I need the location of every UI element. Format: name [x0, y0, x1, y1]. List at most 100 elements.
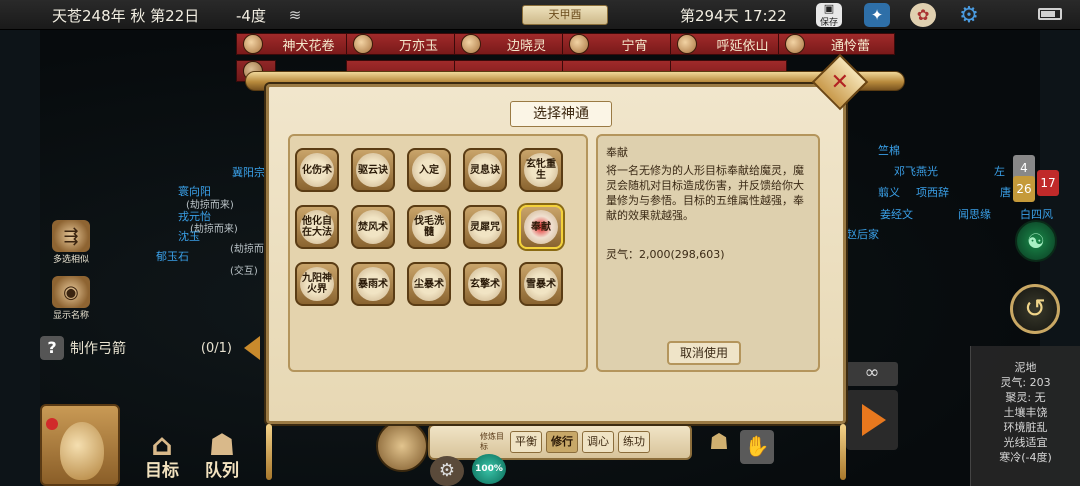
stop-hand-icon[interactable]: ✋ [740, 430, 774, 464]
skill-detail-name: 奉献 [606, 146, 628, 159]
day-time: 第294天 17:22 [680, 7, 787, 25]
character-tag[interactable]: 万亦玉 [346, 33, 463, 55]
collapse-arrow-icon[interactable] [244, 336, 260, 360]
skill-button[interactable]: 化伤术 [295, 148, 339, 192]
show-names-label: 显示名称 [52, 311, 89, 321]
map-label[interactable]: 左 [994, 163, 1005, 179]
skill-button[interactable]: 焚风术 [351, 205, 395, 249]
mode-train-button[interactable]: 练功 [618, 431, 650, 453]
skill-label: 驱云诀 [358, 164, 388, 176]
skill-button[interactable]: 伐毛洗髓 [407, 205, 451, 249]
portrait-icon [243, 34, 263, 54]
mode-mind-button[interactable]: 调心 [582, 431, 614, 453]
skill-button[interactable]: 尘暴术 [407, 262, 451, 306]
gear-icon[interactable]: ⚙ [430, 456, 464, 486]
skill-label: 暴雨术 [358, 278, 388, 290]
mode-practice-button[interactable]: 修行 [546, 431, 578, 453]
play-button[interactable] [846, 390, 898, 450]
soil-text: 土壤丰饶 [1003, 406, 1048, 419]
alert-badge[interactable]: 17 [1037, 170, 1059, 196]
skill-label: 焚风术 [358, 221, 388, 233]
notification-dot-icon [46, 418, 58, 430]
cultivator-figure-icon[interactable]: ☗ [706, 430, 732, 464]
skill-detail-cost: 灵气：2,000(298,603) [606, 248, 725, 261]
map-label[interactable]: 唐 [1000, 184, 1011, 200]
skill-button[interactable]: 玄擎术 [463, 262, 507, 306]
character-name: 通怜蕾 [830, 38, 870, 54]
palette-icon[interactable]: ✿ [910, 3, 936, 27]
character-tag[interactable]: 宁宵 [562, 33, 679, 55]
scroll-tassel [266, 424, 272, 480]
character-tag[interactable]: 通怜蕾 [778, 33, 895, 55]
character-name: 神犬花卷 [282, 38, 335, 54]
map-label[interactable]: 邓飞燕光 [894, 163, 938, 179]
speed-infinite-button[interactable]: ∞ [846, 362, 898, 386]
environment-text: 环境脏乱 [1003, 421, 1048, 434]
light-text: 光线适宜 [1003, 436, 1048, 449]
map-label[interactable]: 赵后家 [846, 226, 879, 242]
portrait-icon [785, 34, 805, 54]
cancel-use-button[interactable]: 取消使用 [667, 341, 741, 365]
cultivator-portrait[interactable] [376, 420, 428, 472]
portrait-icon [569, 34, 589, 54]
tile-info-panel: 泥地 灵气: 203 聚灵: 无 土壤丰饶 环境脏乱 光线适宜 寒冷(-4度) [970, 346, 1080, 486]
skill-button[interactable]: 雪暴术 [519, 262, 563, 306]
dialog-title: 选择神通 [510, 101, 612, 127]
show-names-button[interactable]: ◉ 显示名称 [52, 276, 90, 321]
skill-button[interactable]: 灵犀咒 [463, 205, 507, 249]
multi-select-button[interactable]: ⇶ 多选相似 [52, 220, 90, 265]
skill-label: 他化自在大法 [302, 216, 332, 238]
map-label[interactable]: 闻思缘 [958, 206, 991, 222]
compass-icon[interactable]: ✦ [864, 3, 890, 27]
skill-button[interactable]: 玄牝重生 [519, 148, 563, 192]
mode-label: 修炼目标 [480, 432, 504, 451]
floppy-icon: ▣ [823, 2, 835, 15]
eye-icon: ◉ [52, 276, 90, 308]
character-tag[interactable]: 神犬花卷 [236, 33, 353, 55]
skill-label: 玄牝重生 [526, 159, 556, 181]
map-label[interactable]: 郁玉石 [156, 248, 189, 264]
target-button[interactable]: ⌂ 目标 [140, 426, 184, 481]
skill-label: 入定 [419, 164, 439, 176]
skill-label: 灵犀咒 [470, 221, 500, 233]
count-badge[interactable]: 26 [1013, 176, 1035, 202]
map-label[interactable]: 姜经文 [880, 206, 913, 222]
map-label: (交互) [230, 266, 258, 277]
queue-button[interactable]: ☗ 队列 [200, 426, 244, 481]
battery-icon [1038, 8, 1062, 20]
mode-balance-button[interactable]: 平衡 [510, 431, 542, 453]
queue-label: 队列 [205, 461, 239, 481]
skill-label: 伐毛洗髓 [414, 216, 444, 238]
skill-detail-description: 将一名无修为的人形目标奉献给魔灵，魔灵会随机对目标造成伤害，并反馈给你大量修为与… [606, 164, 804, 222]
craft-task-label: 制作弓箭 [70, 341, 126, 357]
save-button[interactable]: ▣ 保存 [816, 2, 842, 28]
settings-gear-icon[interactable]: ⚙ [956, 3, 982, 28]
skill-button[interactable]: 他化自在大法 [295, 205, 339, 249]
map-label[interactable]: 沈玉 [178, 228, 200, 244]
inventory-gourd-button[interactable] [40, 404, 120, 486]
skill-button[interactable]: 九阳神火界 [295, 262, 339, 306]
craft-task-count: (0/1) [200, 340, 232, 356]
skill-button-selected[interactable]: 奉献 [519, 205, 563, 249]
calendar-plate[interactable]: 天甲酉 [522, 5, 608, 25]
progress-badge: 100% [472, 454, 506, 484]
map-label[interactable]: 竺棉 [878, 142, 900, 158]
back-button[interactable]: ↺ [1010, 284, 1060, 334]
skill-button[interactable]: 驱云诀 [351, 148, 395, 192]
skill-button[interactable]: 灵息诀 [463, 148, 507, 192]
close-icon: ✕ [830, 69, 850, 95]
map-label[interactable]: 冀阳宗 [232, 164, 265, 180]
character-tag[interactable]: 边晓灵 [454, 33, 571, 55]
craft-task-row[interactable]: ? 制作弓箭 (0/1) [40, 336, 260, 360]
qi-text: 灵气: 203 [1000, 376, 1051, 389]
taiji-icon[interactable]: ☯ [1015, 220, 1057, 262]
character-name: 宁宵 [621, 38, 648, 54]
skill-button[interactable]: 入定 [407, 148, 451, 192]
skill-detail: 奉献 将一名无修为的人形目标奉献给魔灵，魔灵会随机对目标造成伤害，并反馈给你大量… [606, 145, 810, 335]
skill-button[interactable]: 暴雨术 [351, 262, 395, 306]
character-tag[interactable]: 呼延依山 [670, 33, 787, 55]
map-label[interactable]: 翦义 [878, 184, 900, 200]
skill-label: 玄擎术 [470, 278, 500, 290]
help-icon[interactable]: ? [40, 336, 64, 360]
map-label[interactable]: 项西辞 [916, 184, 949, 200]
